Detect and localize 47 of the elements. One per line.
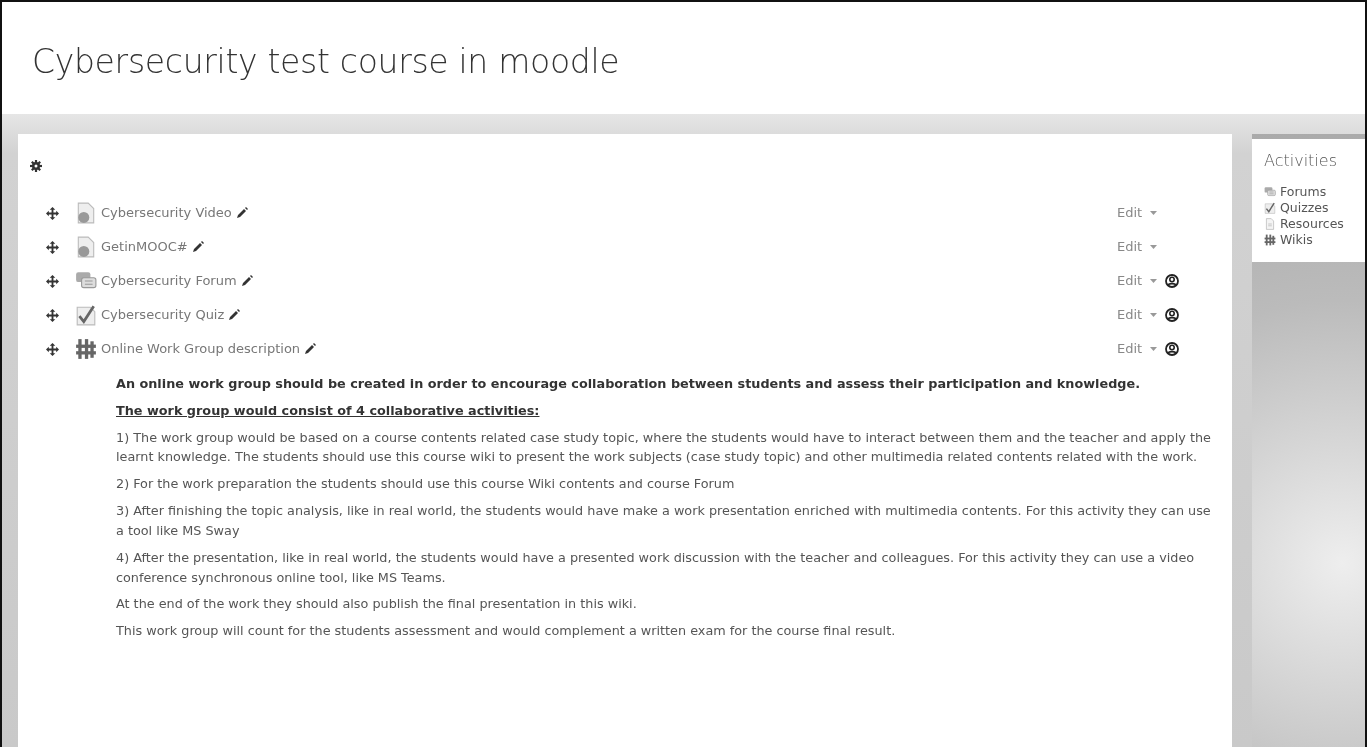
- edit-icon[interactable]: [228, 309, 241, 321]
- move-icon[interactable]: [46, 274, 59, 288]
- activity-link[interactable]: GetinMOOC#: [101, 237, 188, 257]
- block-title: Activities: [1264, 151, 1338, 171]
- paragraph: 3) After finishing the topic analysis, like in real world, the students would have make a work presentation enriched with multimedia contents. For this activity they can use a tool like MS Sway: [116, 502, 1212, 540]
- quiz-icon: [1264, 202, 1276, 215]
- group-mode-icon[interactable]: [1165, 342, 1180, 356]
- paragraph: 2) For the work preparation the students should use this course Wiki contents and course Forum: [116, 475, 736, 494]
- caret-icon[interactable]: [1150, 279, 1158, 283]
- activity-link[interactable]: Cybersecurity Video: [101, 203, 232, 223]
- group-mode-icon[interactable]: [1165, 308, 1180, 322]
- course-title: Cybersecurity test course in moodle: [32, 42, 621, 82]
- paragraph: 1) The work group would be based on a course contents related case study topic, where the students would have to interact between them and the teacher and apply the learnt knowledge. The students should use this course wiki to present the work subjects (case study topic) and other multimedia related contents related with the work.: [116, 428, 1212, 467]
- edit-icon[interactable]: [235, 207, 248, 219]
- caret-icon[interactable]: [1150, 313, 1158, 317]
- wiki-icon: [1264, 234, 1276, 247]
- move-icon[interactable]: [46, 206, 59, 220]
- edit-menu[interactable]: Edit: [1117, 203, 1143, 223]
- forum-icon: [1264, 186, 1276, 199]
- edit-menu[interactable]: Edit: [1117, 237, 1143, 257]
- move-icon[interactable]: [46, 240, 59, 254]
- activity-link[interactable]: Cybersecurity Quiz: [101, 305, 225, 325]
- group-mode-icon[interactable]: [1165, 274, 1180, 288]
- edit-icon[interactable]: [304, 343, 317, 355]
- resource-icon: [1264, 218, 1276, 231]
- paragraph: An online work group should be created in order to encourage collaboration between students and assess their participation and knowledge.: [116, 375, 1141, 393]
- quiz-icon: [75, 304, 97, 326]
- caret-icon[interactable]: [1150, 211, 1158, 215]
- section-heading: The work group would consist of 4 collaborative activities:: [116, 401, 541, 420]
- activity-link[interactable]: Online Work Group description: [101, 339, 301, 359]
- paragraph: This work group will count for the students assessment and would complement a written exam for the course final result.: [116, 622, 897, 641]
- edit-menu[interactable]: Edit: [1117, 339, 1143, 359]
- edit-icon[interactable]: [240, 275, 253, 287]
- paragraph: 4) After the presentation, like in real world, the students would have a presented work discussion with the teacher and colleagues. For this activity they can use a video conference synchronous online tool, like MS Teams.: [116, 548, 1196, 587]
- move-icon[interactable]: [46, 308, 59, 322]
- activity-link[interactable]: Cybersecurity Forum: [101, 271, 237, 291]
- settings-icon[interactable]: [30, 160, 42, 172]
- paragraph: At the end of the work they should also publish the final presentation in this wiki.: [116, 595, 638, 614]
- url-icon: [75, 236, 97, 258]
- wiki-icon: [75, 338, 97, 360]
- edit-menu[interactable]: Edit: [1117, 305, 1143, 325]
- caret-icon[interactable]: [1150, 245, 1158, 249]
- move-icon[interactable]: [46, 342, 59, 356]
- caret-icon[interactable]: [1150, 347, 1158, 351]
- edit-icon[interactable]: [191, 241, 204, 253]
- url-icon: [75, 202, 97, 224]
- edit-menu[interactable]: Edit: [1117, 271, 1143, 291]
